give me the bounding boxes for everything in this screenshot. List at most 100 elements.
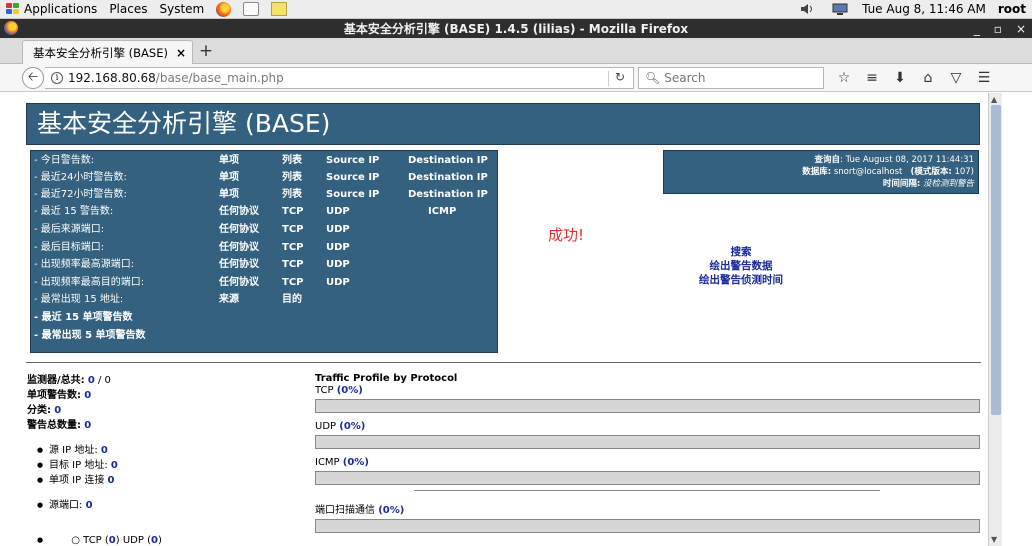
menu-link[interactable]: 任何协议 [219, 221, 259, 238]
url-separator [608, 71, 609, 86]
query-time-line: 查询自: Tue August 08, 2017 11:44:31 [668, 154, 974, 166]
new-tab-button[interactable]: + [196, 41, 216, 61]
pocket-icon[interactable]: ▽ [942, 70, 970, 86]
menu-link[interactable]: UDP [326, 239, 350, 256]
udp-port-value[interactable]: 0 [151, 535, 158, 546]
tab-base-main[interactable]: 基本安全分析引擎 (BASE) ... × [22, 40, 193, 64]
hamburger-menu-icon[interactable]: ☰ [970, 70, 998, 86]
scroll-down-arrow-icon[interactable]: ▼ [991, 535, 997, 544]
vertical-scrollbar[interactable]: ▲ ▼ [988, 93, 1002, 546]
scroll-up-arrow-icon[interactable]: ▲ [991, 95, 997, 104]
menu-link[interactable]: 列表 [282, 186, 302, 203]
downloads-icon[interactable]: ⬇ [886, 70, 914, 86]
minimize-button[interactable]: _ [974, 22, 980, 36]
menu-link[interactable]: ICMP [428, 203, 456, 220]
list-item: 源端口: 0 [37, 498, 162, 513]
applications-menu[interactable]: Applications [0, 0, 103, 19]
tcp-label: TCP [315, 385, 334, 396]
maximize-button[interactable]: ▫ [994, 22, 1002, 36]
menu-row-label: - 最近 15 警告数: [34, 206, 114, 217]
menu-row: - 最近72小时警告数: 单项 列表 Source IP Destination… [31, 186, 499, 203]
menu-link[interactable]: 任何协议 [219, 203, 259, 220]
graph-alert-detection-time-link[interactable]: 绘出警告侦测时间 [660, 273, 822, 287]
traffic-profile: Traffic Profile by Protocol TCP (0%) UDP… [315, 373, 980, 533]
menu-row-label: - 今日警告数: [34, 155, 95, 166]
udp-percent[interactable]: (0%) [339, 421, 365, 432]
address-stats-list: 源 IP 地址: 0 目标 IP 地址: 0 单项 IP 连接 0 [27, 443, 162, 488]
menu-link[interactable]: Destination IP [408, 186, 488, 203]
search-link[interactable]: 搜索 [660, 245, 822, 259]
menu-link[interactable]: TCP [282, 221, 304, 238]
menu-link[interactable]: 列表 [282, 152, 302, 169]
udp-progress-bar [315, 435, 980, 449]
site-info-icon[interactable]: i [51, 72, 63, 84]
menu-link[interactable]: Source IP [326, 169, 379, 186]
firefox-launcher-icon[interactable] [216, 1, 232, 17]
menu-link[interactable]: 任何协议 [219, 256, 259, 273]
reload-icon[interactable]: ↻ [615, 70, 625, 84]
clock[interactable]: Tue Aug 8, 11:46 AM [856, 0, 992, 19]
database-label: 数据库: [802, 167, 832, 177]
dst-ip-value[interactable]: 0 [111, 460, 118, 471]
menu-link[interactable]: 单项 [219, 169, 239, 186]
total-alerts-label: 警告总数量: [27, 420, 81, 431]
menu-link[interactable]: 来源 [219, 291, 239, 308]
bookmark-star-icon[interactable]: ☆ [830, 70, 858, 86]
menu-link[interactable]: UDP [326, 221, 350, 238]
places-menu[interactable]: Places [103, 0, 153, 19]
categories-value[interactable]: 0 [54, 405, 61, 416]
back-button[interactable]: 🡠 [22, 67, 44, 89]
unique-alerts-value[interactable]: 0 [84, 390, 91, 401]
menu-link[interactable]: Source IP [326, 152, 379, 169]
menu-link[interactable]: 目的 [282, 291, 302, 308]
menu-link[interactable]: 列表 [282, 169, 302, 186]
volume-icon[interactable] [800, 3, 816, 15]
network-icon[interactable] [832, 3, 848, 15]
menu-link[interactable]: 单项 [219, 186, 239, 203]
search-placeholder: Search [664, 71, 706, 85]
window-titlebar: 基本安全分析引擎 (BASE) 1.4.5 (lilias) - Mozilla… [0, 19, 1032, 38]
menu-row-label: - 出现频率最高目的端口: [34, 277, 145, 288]
url-bar[interactable]: i 192.168.80.68/base/base_main.php ↻ [45, 67, 634, 89]
library-icon[interactable]: ≡ [858, 70, 886, 86]
sensors-value[interactable]: 0 [88, 375, 95, 386]
icmp-percent[interactable]: (0%) [343, 457, 369, 468]
src-port-label: 源端口: [49, 500, 83, 511]
search-bar[interactable]: 🔍︎ Search [638, 67, 824, 89]
menu-link[interactable]: UDP [326, 203, 350, 220]
graph-alert-data-link[interactable]: 绘出警告数据 [660, 259, 822, 273]
src-ip-value[interactable]: 0 [101, 445, 108, 456]
menu-link[interactable]: 任何协议 [219, 274, 259, 291]
latest-15-unique-alerts-link[interactable]: - 最近 15 单项警告数 [34, 309, 133, 326]
menu-link[interactable]: TCP [282, 203, 304, 220]
tcp-port-value[interactable]: 0 [109, 535, 116, 546]
home-icon[interactable]: ⌂ [914, 70, 942, 86]
menu-link[interactable]: UDP [326, 256, 350, 273]
menu-link[interactable]: TCP [282, 274, 304, 291]
menu-row: - 最后来源端口: 任何协议 TCP UDP [31, 221, 499, 238]
tcp-percent[interactable]: (0%) [337, 385, 363, 396]
unique-links-value[interactable]: 0 [108, 475, 115, 486]
total-alerts-value[interactable]: 0 [84, 420, 91, 431]
scroll-thumb[interactable] [991, 105, 1001, 415]
most-frequent-5-unique-alerts-link[interactable]: - 最常出现 5 单项警告数 [34, 327, 146, 344]
menu-link[interactable]: TCP [282, 239, 304, 256]
menu-link[interactable]: Destination IP [408, 169, 488, 186]
menu-link[interactable]: Destination IP [408, 152, 488, 169]
system-menu[interactable]: System [153, 0, 210, 19]
menu-link[interactable]: TCP [282, 256, 304, 273]
menu-link[interactable]: Source IP [326, 186, 379, 203]
src-port-value[interactable]: 0 [86, 500, 93, 511]
url-host: 192.168.80.68 [68, 71, 156, 85]
sensors-label: 监测器/总共: [27, 375, 85, 386]
close-window-button[interactable]: × [1016, 22, 1026, 36]
mail-launcher-icon[interactable] [243, 2, 260, 16]
menu-link[interactable]: 任何协议 [219, 239, 259, 256]
notes-launcher-icon[interactable] [271, 2, 288, 16]
menu-link[interactable]: 单项 [219, 152, 239, 169]
user-menu[interactable]: root [992, 0, 1032, 19]
close-tab-icon[interactable]: × [176, 46, 186, 60]
menu-link[interactable]: UDP [326, 274, 350, 291]
menu-row: - 出现频率最高目的端口: 任何协议 TCP UDP [31, 274, 499, 291]
portscan-percent[interactable]: (0%) [378, 505, 404, 516]
